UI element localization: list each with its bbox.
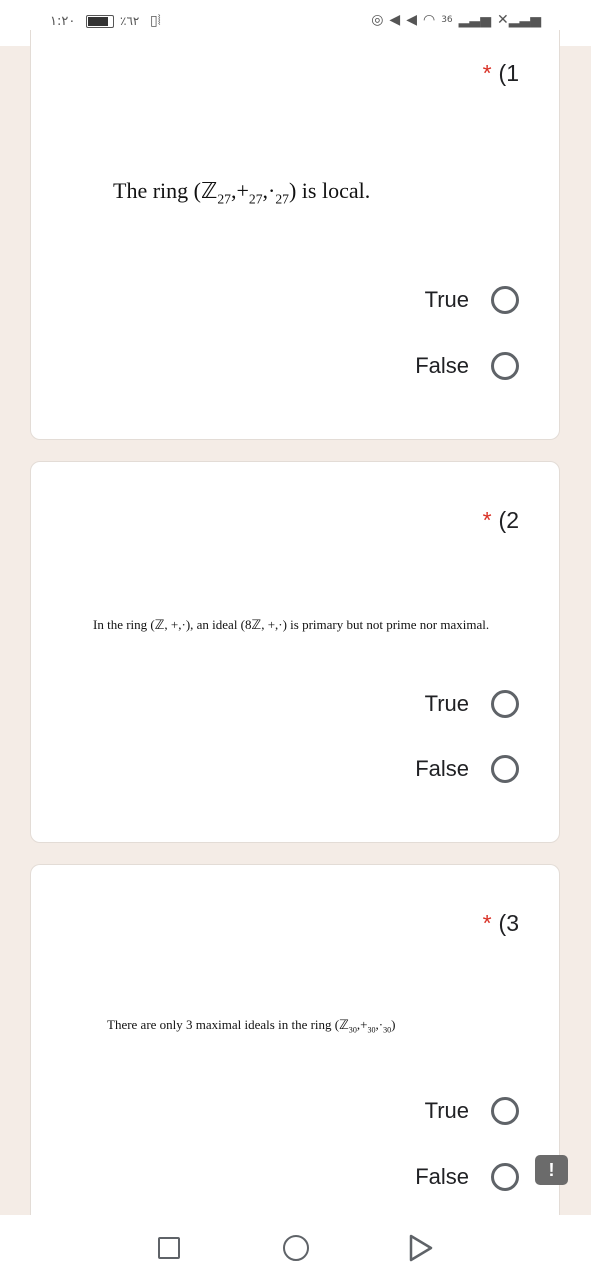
recents-icon[interactable] [158, 1237, 180, 1259]
option-label: False [415, 1164, 469, 1189]
telegram-icon-2: ◀ [406, 12, 417, 28]
clock: ١:٢٠ [50, 14, 76, 29]
question-number: * (1 [482, 60, 519, 86]
battery-percent: ٪٦٢ [120, 14, 140, 28]
question-text: The ring (ℤ27,+27,·27) is local. [113, 178, 371, 207]
option-false[interactable]: False [415, 1160, 519, 1194]
question-number: * (3 [482, 910, 519, 936]
instagram-icon: ◎ [371, 12, 384, 28]
status-icons: ◎ ◀ ◀ ◠ 36 ▂▃▅ ✕▂▃▅ [371, 12, 541, 28]
option-false[interactable]: False [415, 349, 519, 383]
radio-button[interactable] [491, 1097, 519, 1125]
required-mark: * [482, 60, 492, 86]
option-true[interactable]: True [425, 283, 519, 317]
telegram-icon: ◀ [389, 12, 401, 28]
radio-button[interactable] [491, 755, 519, 783]
radio-button[interactable] [491, 352, 519, 380]
option-label: False [415, 353, 469, 378]
question-card-1: * (1 The ring (ℤ27,+27,·27) is local. Tru… [30, 30, 560, 440]
wifi-icon: ◠ [422, 12, 436, 28]
question-text: There are only 3 maximal ideals in the r… [107, 1017, 396, 1035]
navigation-bar [0, 1215, 591, 1280]
feedback-button[interactable]: ! [535, 1155, 568, 1185]
question-text: In the ring (ℤ, +,·), an ideal (8ℤ, +,·)… [93, 617, 490, 632]
network-type-label: 36 [441, 15, 453, 25]
question-number: * (2 [482, 507, 519, 533]
question-card-2: * (2 In the ring (ℤ, +,·), an ideal (8ℤ, … [30, 461, 560, 843]
required-mark: * [482, 910, 492, 936]
option-label: True [424, 287, 469, 312]
radio-button[interactable] [491, 1163, 519, 1191]
option-label: True [424, 1098, 469, 1123]
vibrate-icon: ▯⦚ [150, 13, 161, 29]
required-mark: * [482, 507, 492, 533]
option-label: True [424, 691, 469, 716]
option-false[interactable]: False [415, 752, 519, 786]
battery-icon [86, 15, 114, 28]
signal-icon-2: ✕▂▃▅ [496, 12, 541, 28]
question-card-3: * (3 There are only 3 maximal ideals in t… [30, 864, 560, 1224]
option-true[interactable]: True [425, 1094, 519, 1128]
option-true[interactable]: True [425, 687, 519, 721]
option-label: False [415, 756, 469, 781]
radio-button[interactable] [491, 690, 519, 718]
back-icon[interactable] [408, 1234, 434, 1262]
radio-button[interactable] [491, 286, 519, 314]
home-icon[interactable] [283, 1235, 309, 1261]
signal-icon: ▂▃▅ [458, 12, 491, 28]
